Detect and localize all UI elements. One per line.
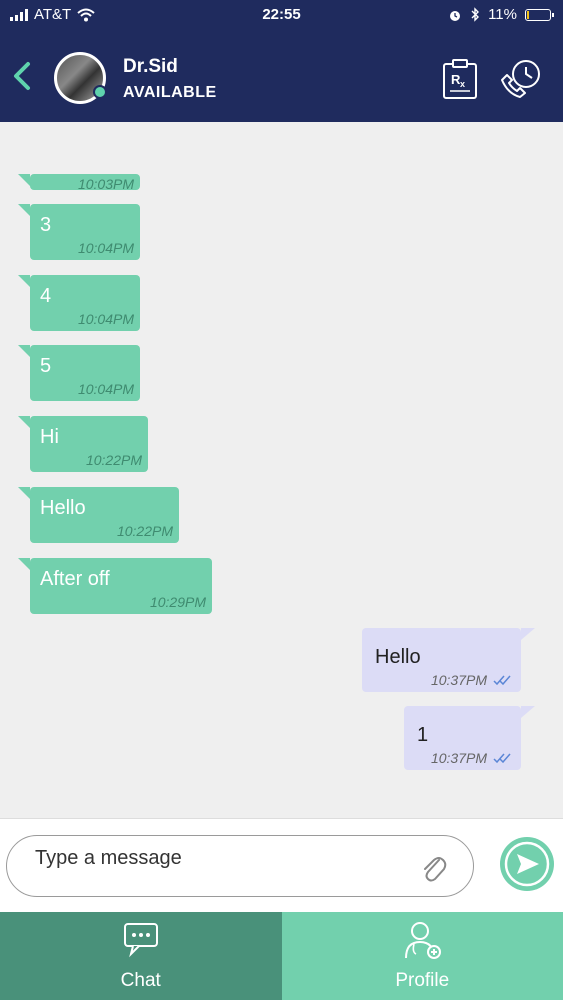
message-time: 10:22PM [116, 523, 173, 539]
message-bubble-outgoing[interactable]: Hello 10:37PM [362, 628, 535, 692]
doctor-profile-icon [405, 922, 442, 959]
status-bar: AT&T 22:55 11% [0, 0, 563, 30]
read-receipt-icon [493, 675, 511, 686]
tab-chat-label: Chat [120, 970, 161, 991]
tab-profile[interactable]: Profile [281, 912, 563, 1000]
message-time: 10:04PM [77, 311, 134, 327]
message-time: 10:37PM [430, 750, 487, 766]
message-bubble-incoming[interactable]: 10:03PM [18, 174, 140, 192]
message-time: 10:37PM [430, 672, 487, 688]
message-time: 10:04PM [77, 381, 134, 397]
send-arrow-icon [504, 841, 550, 887]
message-bubble-incoming[interactable]: Hello 10:22PM [18, 487, 179, 543]
message-list[interactable]: 10:03PM 3 10:04PM 4 10:04PM 5 10:04PM Hi… [0, 122, 563, 818]
online-status-dot [93, 85, 107, 99]
message-time: 10:22PM [85, 452, 142, 468]
message-text: Hi [40, 426, 59, 448]
message-text: 3 [40, 214, 52, 236]
doctor-avatar[interactable] [54, 52, 107, 104]
alarm-icon [450, 10, 461, 21]
battery-percent: 11% [488, 6, 517, 23]
message-bubble-incoming[interactable]: 5 10:04PM [18, 345, 140, 401]
send-button[interactable] [500, 837, 554, 891]
message-bubble-incoming[interactable]: 4 10:04PM [18, 275, 140, 331]
attachment-paperclip-icon[interactable] [419, 852, 447, 884]
chat-header: Dr.Sid AVAILABLE R x [0, 30, 563, 122]
back-chevron-icon[interactable] [8, 56, 36, 96]
message-text: 4 [40, 285, 52, 307]
tab-profile-label: Profile [395, 970, 450, 991]
message-bubble-incoming[interactable]: 3 10:04PM [18, 204, 140, 260]
message-text: Hello [40, 497, 86, 519]
read-receipt-icon [493, 753, 511, 764]
doctor-name: Dr.Sid [123, 56, 178, 77]
message-input-box[interactable] [6, 835, 474, 897]
message-text: 5 [40, 355, 52, 377]
message-input[interactable] [35, 842, 415, 874]
prescription-icon[interactable]: R x [440, 58, 480, 100]
message-composer [0, 818, 563, 912]
availability-status: AVAILABLE [123, 84, 217, 101]
svg-text:x: x [460, 79, 465, 89]
bluetooth-icon [471, 7, 480, 22]
message-text: 1 [417, 724, 429, 746]
bottom-tab-bar: Chat Profile [0, 912, 563, 1000]
tab-chat[interactable]: Chat [0, 912, 282, 1000]
message-bubble-incoming[interactable]: Hi 10:22PM [18, 416, 148, 472]
chat-bubbles-icon [123, 923, 158, 958]
message-time: 10:04PM [77, 240, 134, 256]
message-time: 10:29PM [149, 594, 206, 610]
message-text: Hello [375, 646, 421, 668]
message-bubble-incoming[interactable]: After off 10:29PM [18, 558, 212, 614]
message-time: 10:03PM [77, 176, 134, 192]
message-bubble-outgoing[interactable]: 1 10:37PM [404, 706, 535, 770]
battery-icon [525, 8, 554, 21]
message-text: After off [40, 568, 110, 590]
schedule-call-icon[interactable] [496, 58, 544, 98]
